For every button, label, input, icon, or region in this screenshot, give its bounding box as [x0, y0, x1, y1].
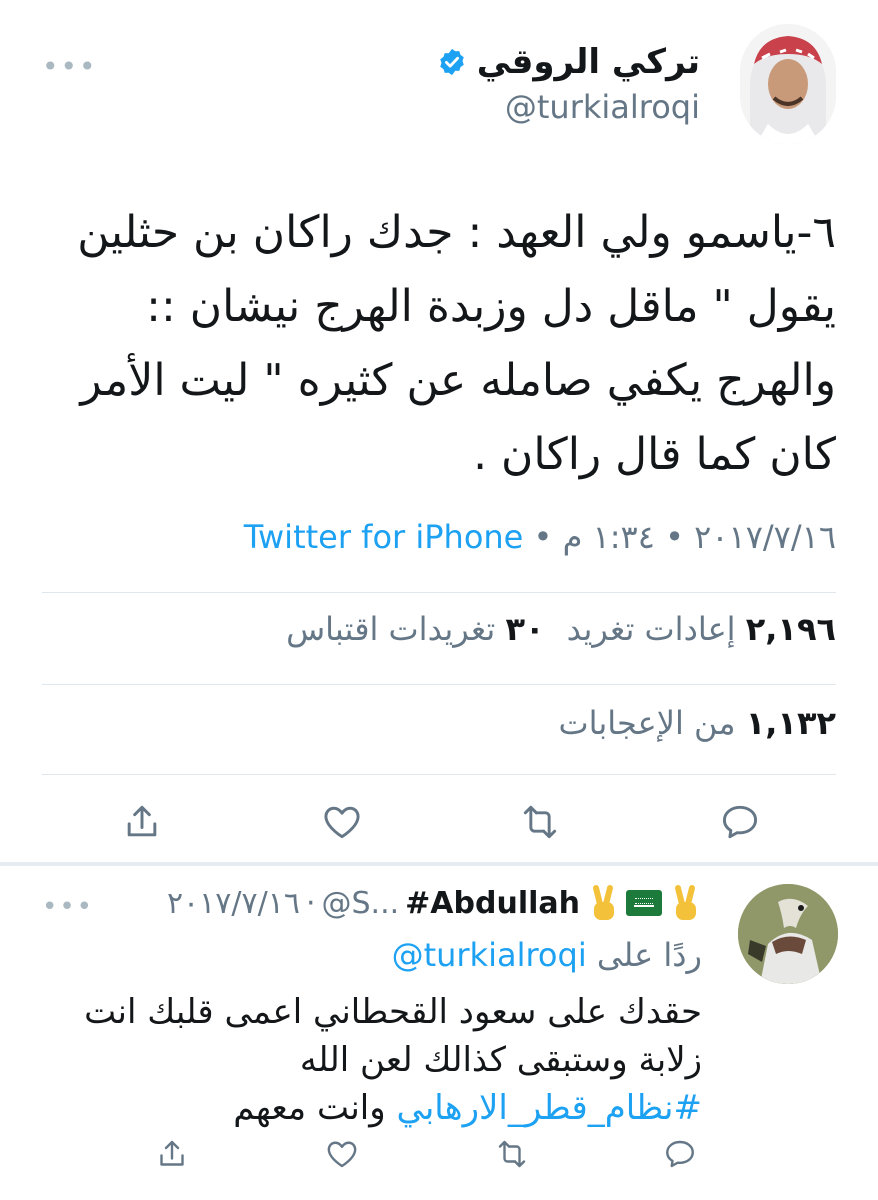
share-icon[interactable] — [120, 800, 164, 844]
reply-text-line: #نظام_قطر_الارهابي وانت معهم — [42, 1084, 702, 1132]
likes-count[interactable]: ١,١٣٢ — [746, 704, 836, 742]
main-author-name[interactable]: تركي الروقي — [477, 42, 700, 82]
share-icon[interactable] — [154, 1136, 190, 1172]
reply-more-options-icon[interactable]: ••• — [42, 892, 94, 922]
quotes-count[interactable]: ٣٠ — [505, 610, 544, 648]
tweet-meta: ٢٠١٧/٧/١٦ • ١:٣٤ م • Twitter for iPhone — [244, 518, 836, 556]
reply-text-tail: وانت معهم — [233, 1088, 397, 1128]
replying-to-mention[interactable]: @turkialroqi — [392, 936, 587, 974]
retweets-count[interactable]: ٢,١٩٦ — [746, 610, 836, 648]
main-author-name-row: تركي الروقي — [437, 42, 700, 82]
divider — [42, 592, 836, 593]
divider — [42, 684, 836, 685]
reply-icon[interactable] — [718, 800, 762, 844]
reply-author-avatar[interactable] — [738, 884, 838, 984]
like-icon[interactable] — [320, 800, 364, 844]
retweets-label[interactable]: إعادات تغريد — [567, 610, 736, 648]
reply-text-line: زلابة وستبقى كذالك لعن الله — [299, 1040, 702, 1080]
replying-to: ردًا على @turkialroqi — [392, 936, 702, 974]
meta-separator: • — [523, 518, 563, 556]
retweet-icon[interactable] — [494, 1136, 530, 1172]
reply-author-handle[interactable]: @S... — [322, 886, 400, 921]
verified-badge-icon — [437, 47, 467, 77]
reply-text: حقدك على سعود القحطاني اعمى قلبك انت زلا… — [42, 988, 702, 1132]
quotes-label[interactable]: تغريدات اقتباس — [286, 610, 495, 648]
tweet-text-line: ٦-ياسمو ولي العهد : جدك راكان بن حثلين — [77, 207, 836, 258]
reply-hashtag[interactable]: #نظام_قطر_الارهابي — [396, 1088, 702, 1128]
reply-header: #Abdullah @S... · ٢٠١٧/٧/١٦ — [167, 884, 702, 922]
likes-label[interactable]: من الإعجابات — [558, 704, 735, 742]
reply-action-bar — [0, 1136, 878, 1176]
victory-hand-icon — [586, 884, 620, 922]
tweet-action-bar — [0, 800, 878, 848]
like-icon[interactable] — [324, 1136, 360, 1172]
reply-separator: · — [305, 885, 316, 921]
tweet-text-line: والهرج يكفي صامله عن كثيره " ليت الأمر — [80, 355, 836, 406]
reply-author-name[interactable]: #Abdullah — [405, 886, 580, 921]
reply-text-line: حقدك على سعود القحطاني اعمى قلبك انت — [84, 992, 702, 1032]
tweet-text: ٦-ياسمو ولي العهد : جدك راكان بن حثلين ي… — [36, 196, 836, 492]
tweet-text-line: كان كما قال راكان . — [473, 429, 836, 480]
more-options-icon[interactable]: ••• — [42, 50, 98, 83]
saudi-flag-icon — [626, 890, 662, 916]
section-divider — [0, 862, 878, 866]
reply-icon[interactable] — [662, 1136, 698, 1172]
likes-stats: ١,١٣٢ من الإعجابات — [558, 704, 836, 742]
victory-hand-icon — [668, 884, 702, 922]
retweet-icon[interactable] — [518, 800, 562, 844]
divider — [42, 774, 836, 775]
tweet-detail-page: تركي الروقي @turkialroqi ••• ٦-ياسمو ولي… — [0, 0, 878, 1200]
replying-to-label: ردًا على — [596, 936, 702, 974]
retweet-stats: ٢,١٩٦ إعادات تغريد ٣٠ تغريدات اقتباس — [286, 610, 836, 648]
tweet-time: ١:٣٤ م — [562, 518, 655, 556]
main-author-avatar[interactable] — [740, 24, 836, 144]
tweet-source-link[interactable]: Twitter for iPhone — [244, 518, 524, 556]
meta-separator: • — [654, 518, 695, 556]
tweet-date: ٢٠١٧/٧/١٦ — [694, 518, 836, 556]
main-author-handle[interactable]: @turkialroqi — [505, 88, 700, 126]
tweet-text-line: يقول " ماقل دل وزبدة الهرج نيشان :: — [146, 281, 836, 332]
reply-date: ٢٠١٧/٧/١٦ — [166, 885, 300, 921]
